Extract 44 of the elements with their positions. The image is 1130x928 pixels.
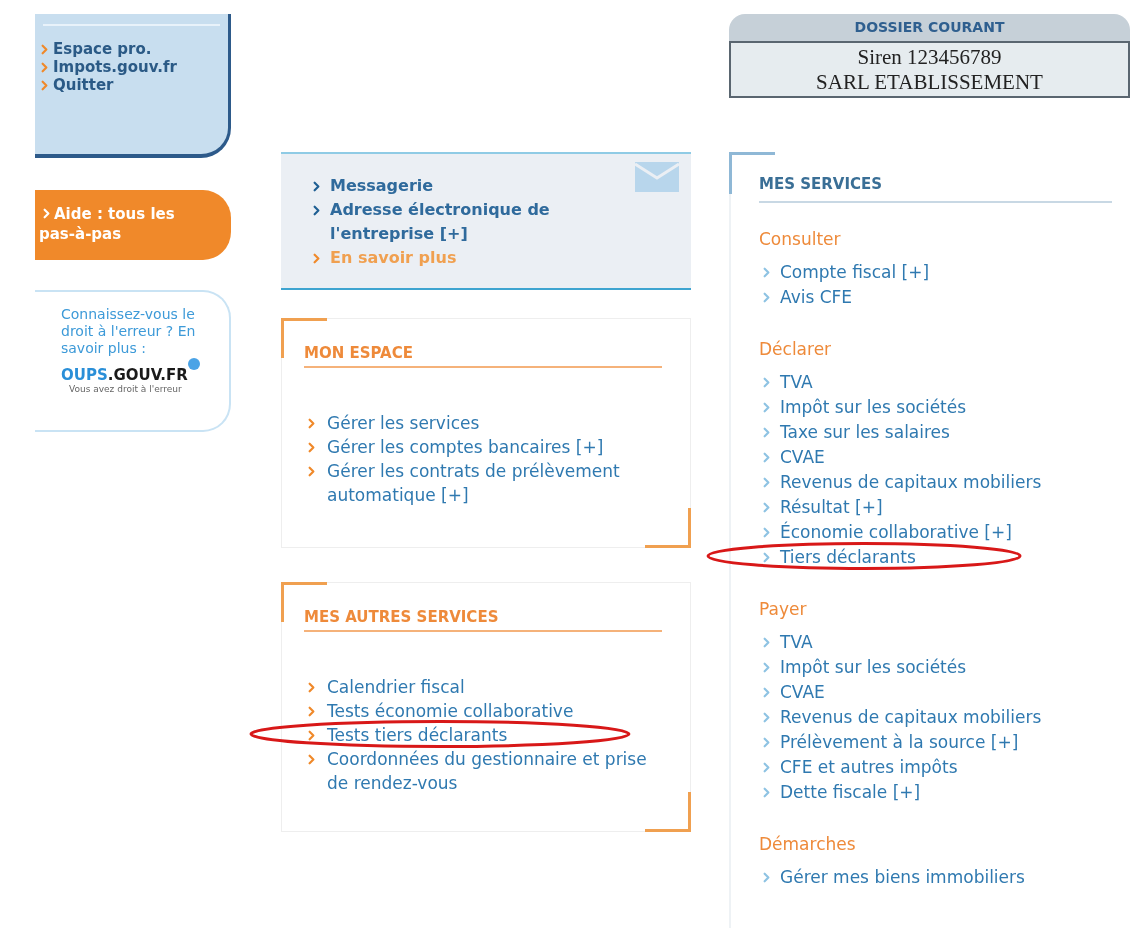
section-heading: Déclarer bbox=[759, 338, 833, 360]
siren-number: Siren 123456789 bbox=[857, 44, 1002, 70]
service-link[interactable]: Tests économie collaborative bbox=[327, 699, 574, 723]
service-link[interactable]: Économie collaborative [+] bbox=[780, 520, 1012, 545]
help-button[interactable]: Aide : tous les pas-à-pas bbox=[35, 190, 231, 260]
service-link[interactable]: TVA bbox=[780, 370, 813, 395]
section-heading: Consulter bbox=[759, 228, 842, 250]
messaging-link[interactable]: Messagerie bbox=[330, 174, 434, 198]
service-link[interactable]: Dette fiscale [+] bbox=[780, 780, 921, 805]
service-link[interactable]: Revenus de capitaux mobiliers bbox=[780, 705, 1042, 730]
service-link[interactable]: Calendrier fiscal bbox=[327, 675, 465, 699]
messaging-link[interactable]: Adresse électronique de l'entreprise [+] bbox=[330, 198, 609, 246]
service-link[interactable]: Gérer les contrats de prélèvement automatique [+] bbox=[327, 459, 662, 507]
service-link[interactable]: TVA bbox=[780, 630, 813, 655]
service-link[interactable]: Avis CFE bbox=[780, 285, 853, 310]
service-link[interactable]: Coordonnées du gestionnaire et prise de rendez-vous bbox=[327, 747, 662, 795]
company-name: SARL ETABLISSEMENT bbox=[816, 69, 1043, 95]
service-link[interactable]: Impôt sur les sociétés bbox=[780, 655, 967, 680]
quick-link[interactable]: Espace pro. bbox=[53, 40, 152, 58]
service-link[interactable]: CFE et autres impôts bbox=[780, 755, 958, 780]
service-link[interactable]: Gérer les services bbox=[327, 411, 480, 435]
logo-text[interactable]: OUPS.GOUV.FR bbox=[61, 367, 188, 384]
quick-link[interactable]: Impots.gouv.fr bbox=[53, 58, 177, 76]
service-link[interactable]: CVAE bbox=[780, 445, 825, 470]
card-title: MON ESPACE bbox=[304, 344, 662, 368]
service-link[interactable]: Prélèvement à la source [+] bbox=[780, 730, 1019, 755]
quick-link[interactable]: Quitter bbox=[53, 76, 114, 94]
card-title: MES AUTRES SERVICES bbox=[304, 608, 662, 632]
card-title: MES SERVICES bbox=[759, 175, 1112, 203]
service-link[interactable]: Compte fiscal [+] bbox=[780, 260, 930, 285]
logo-tagline: Vous avez droit à l'erreur bbox=[69, 384, 183, 395]
service-link[interactable]: Taxe sur les salaires bbox=[780, 420, 950, 445]
service-link[interactable]: Gérer les comptes bancaires [+] bbox=[327, 435, 604, 459]
service-link[interactable]: Gérer mes biens immobiliers bbox=[780, 865, 1025, 890]
section-heading: Payer bbox=[759, 598, 808, 620]
service-link[interactable]: Résultat [+] bbox=[780, 495, 883, 520]
service-link[interactable]: Revenus de capitaux mobiliers bbox=[780, 470, 1042, 495]
panel-title: DOSSIER COURANT bbox=[729, 14, 1130, 41]
info-text: Connaissez-vous le droit à l'erreur ? En savoir plus : bbox=[61, 306, 197, 357]
section-heading: Démarches bbox=[759, 833, 857, 855]
service-link[interactable]: Impôt sur les sociétés bbox=[780, 395, 967, 420]
envelope-icon bbox=[635, 162, 679, 192]
logo-badge-icon bbox=[187, 358, 200, 370]
service-link[interactable]: CVAE bbox=[780, 680, 825, 705]
